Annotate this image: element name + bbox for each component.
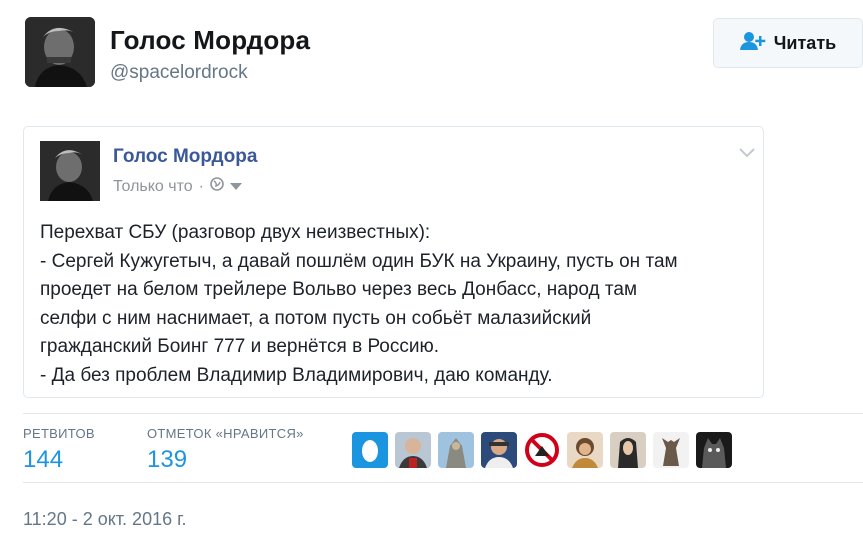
chevron-down-icon[interactable] bbox=[738, 146, 756, 164]
follow-button[interactable]: Читать bbox=[713, 18, 863, 68]
liker-avatar[interactable] bbox=[610, 432, 646, 468]
globe-icon bbox=[210, 177, 224, 196]
post-line: проедет на белом трейлере Вольво через в… bbox=[40, 279, 638, 301]
audience-dropdown-icon[interactable] bbox=[229, 178, 242, 196]
likes-count: 139 bbox=[147, 446, 188, 473]
liker-avatar[interactable] bbox=[481, 432, 517, 468]
embed-author-avatar[interactable] bbox=[40, 141, 100, 201]
embed-time[interactable]: Только что bbox=[113, 178, 193, 196]
liker-avatar[interactable] bbox=[524, 432, 560, 468]
likes-label: ОТМЕТОК «НРАВИТСЯ» bbox=[147, 426, 304, 441]
meta-separator: · bbox=[198, 177, 204, 195]
retweets-stat[interactable]: РЕТВИТОВ 144 bbox=[23, 426, 95, 474]
post-line: - Сергей Кужугетыч, а давай пошлём один … bbox=[40, 250, 678, 272]
divider bbox=[23, 413, 863, 414]
post-line: селфи с ним наснимает, а потом пусть он … bbox=[40, 307, 592, 329]
retweets-count: 144 bbox=[23, 446, 64, 473]
retweets-label: РЕТВИТОВ bbox=[23, 426, 95, 441]
liker-avatar[interactable] bbox=[653, 432, 689, 468]
likes-stat[interactable]: ОТМЕТОК «НРАВИТСЯ» 139 bbox=[147, 426, 304, 474]
profile-avatar[interactable] bbox=[25, 17, 95, 87]
liker-avatar[interactable] bbox=[696, 432, 732, 468]
add-user-icon bbox=[739, 31, 766, 56]
tweet-timestamp[interactable]: 11:20 - 2 окт. 2016 г. bbox=[23, 509, 186, 530]
post-line: Перехват СБУ (разговор двух неизвестных)… bbox=[40, 222, 431, 243]
embed-post-text: Перехват СБУ (разговор двух неизвестных)… bbox=[40, 219, 760, 391]
liker-avatars bbox=[352, 432, 732, 468]
follow-button-label: Читать bbox=[773, 32, 837, 53]
display-name[interactable]: Голос Мордора bbox=[110, 25, 310, 56]
post-line: гражданский Боинг 777 и вернётся в Росси… bbox=[40, 336, 440, 358]
post-line: - Да без проблем Владимир Владимирович, … bbox=[40, 364, 553, 386]
liker-avatar[interactable] bbox=[567, 432, 603, 468]
embed-meta: Только что · bbox=[113, 177, 242, 196]
liker-avatar[interactable] bbox=[352, 432, 388, 468]
liker-avatar[interactable] bbox=[395, 432, 431, 468]
user-handle[interactable]: @spacelordrock bbox=[110, 62, 248, 84]
divider bbox=[23, 482, 863, 483]
embed-author-name[interactable]: Голос Мордора bbox=[113, 146, 257, 168]
liker-avatar[interactable] bbox=[438, 432, 474, 468]
